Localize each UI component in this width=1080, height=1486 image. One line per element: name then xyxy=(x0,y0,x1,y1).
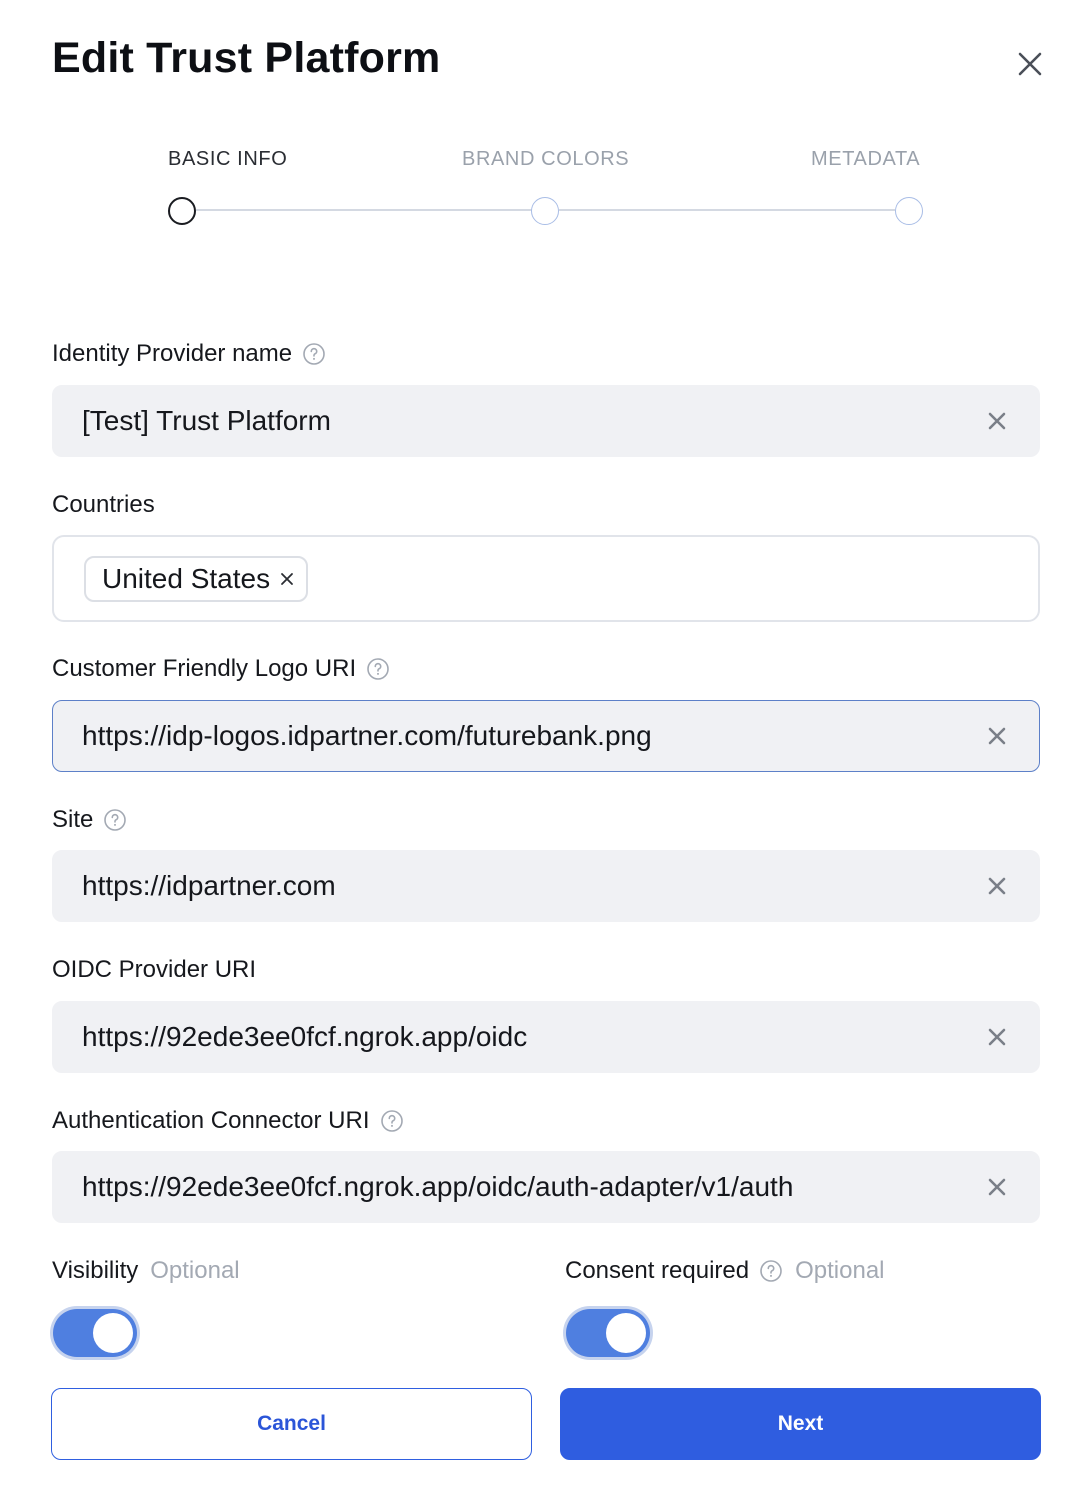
edit-trust-platform-dialog: Edit Trust Platform BASIC INFO BRAND COL… xyxy=(0,0,1080,1486)
auth-connector-uri-input[interactable]: https://92ede3ee0fcf.ngrok.app/oidc/auth… xyxy=(52,1151,1040,1223)
optional-tag: Optional xyxy=(795,1257,885,1284)
clear-icon[interactable] xyxy=(985,1175,1009,1199)
help-icon[interactable] xyxy=(302,342,326,366)
auth-connector-uri-label-text: Authentication Connector URI xyxy=(52,1107,370,1134)
step-indicator-brand-colors[interactable] xyxy=(531,197,559,225)
close-button[interactable] xyxy=(1010,44,1050,84)
optional-tag: Optional xyxy=(150,1257,240,1284)
step-basic-info[interactable]: BASIC INFO xyxy=(168,148,287,171)
visibility-label: Visibility Optional xyxy=(52,1257,240,1285)
site-label: Site xyxy=(52,806,127,834)
visibility-label-text: Visibility xyxy=(52,1257,139,1284)
step-indicator-basic-info[interactable] xyxy=(168,197,196,225)
auth-connector-uri-value[interactable]: https://92ede3ee0fcf.ngrok.app/oidc/auth… xyxy=(82,1171,985,1203)
countries-label-text: Countries xyxy=(52,491,155,518)
next-button[interactable]: Next xyxy=(560,1388,1041,1460)
idp-name-label: Identity Provider name xyxy=(52,340,326,368)
visibility-toggle[interactable] xyxy=(53,1309,137,1357)
clear-icon[interactable] xyxy=(985,409,1009,433)
clear-icon[interactable] xyxy=(985,724,1009,748)
logo-uri-label: Customer Friendly Logo URI xyxy=(52,655,390,683)
stepper-connector xyxy=(196,209,532,211)
stepper-connector xyxy=(559,209,895,211)
oidc-uri-value[interactable]: https://92ede3ee0fcf.ngrok.app/oidc xyxy=(82,1021,985,1053)
country-chip-label: United States xyxy=(102,562,271,594)
step-metadata[interactable]: METADATA xyxy=(811,148,920,171)
site-label-text: Site xyxy=(52,806,94,833)
site-value[interactable]: https://idpartner.com xyxy=(82,870,985,902)
countries-label: Countries xyxy=(52,491,155,519)
help-icon[interactable] xyxy=(380,1109,404,1133)
country-chip: United States xyxy=(84,555,309,602)
clear-icon[interactable] xyxy=(985,874,1009,898)
countries-multiselect[interactable]: United States xyxy=(52,535,1040,622)
toggle-knob xyxy=(606,1313,646,1353)
toggle-knob xyxy=(93,1313,133,1353)
consent-toggle[interactable] xyxy=(566,1309,650,1357)
consent-label: Consent required Optional xyxy=(565,1257,885,1285)
logo-uri-input[interactable]: https://idp-logos.idpartner.com/futureba… xyxy=(52,700,1040,772)
oidc-uri-input[interactable]: https://92ede3ee0fcf.ngrok.app/oidc xyxy=(52,1001,1040,1073)
step-brand-colors[interactable]: BRAND COLORS xyxy=(462,148,629,171)
help-icon[interactable] xyxy=(366,657,390,681)
logo-uri-label-text: Customer Friendly Logo URI xyxy=(52,655,357,682)
oidc-uri-label-text: OIDC Provider URI xyxy=(52,956,257,983)
dialog-title: Edit Trust Platform xyxy=(52,34,441,82)
clear-icon[interactable] xyxy=(985,1025,1009,1049)
remove-chip-icon[interactable] xyxy=(278,570,296,588)
idp-name-input[interactable]: [Test] Trust Platform xyxy=(52,385,1040,457)
logo-uri-value[interactable]: https://idp-logos.idpartner.com/futureba… xyxy=(82,720,985,752)
close-icon xyxy=(1018,52,1042,76)
site-input[interactable]: https://idpartner.com xyxy=(52,850,1040,922)
idp-name-label-text: Identity Provider name xyxy=(52,340,293,367)
idp-name-value[interactable]: [Test] Trust Platform xyxy=(82,405,985,437)
step-indicator-metadata[interactable] xyxy=(895,197,923,225)
help-icon[interactable] xyxy=(103,808,127,832)
oidc-uri-label: OIDC Provider URI xyxy=(52,956,256,984)
cancel-button[interactable]: Cancel xyxy=(51,1388,532,1460)
auth-connector-uri-label: Authentication Connector URI xyxy=(52,1107,404,1135)
consent-label-text: Consent required xyxy=(565,1257,750,1284)
help-icon[interactable] xyxy=(759,1259,783,1283)
